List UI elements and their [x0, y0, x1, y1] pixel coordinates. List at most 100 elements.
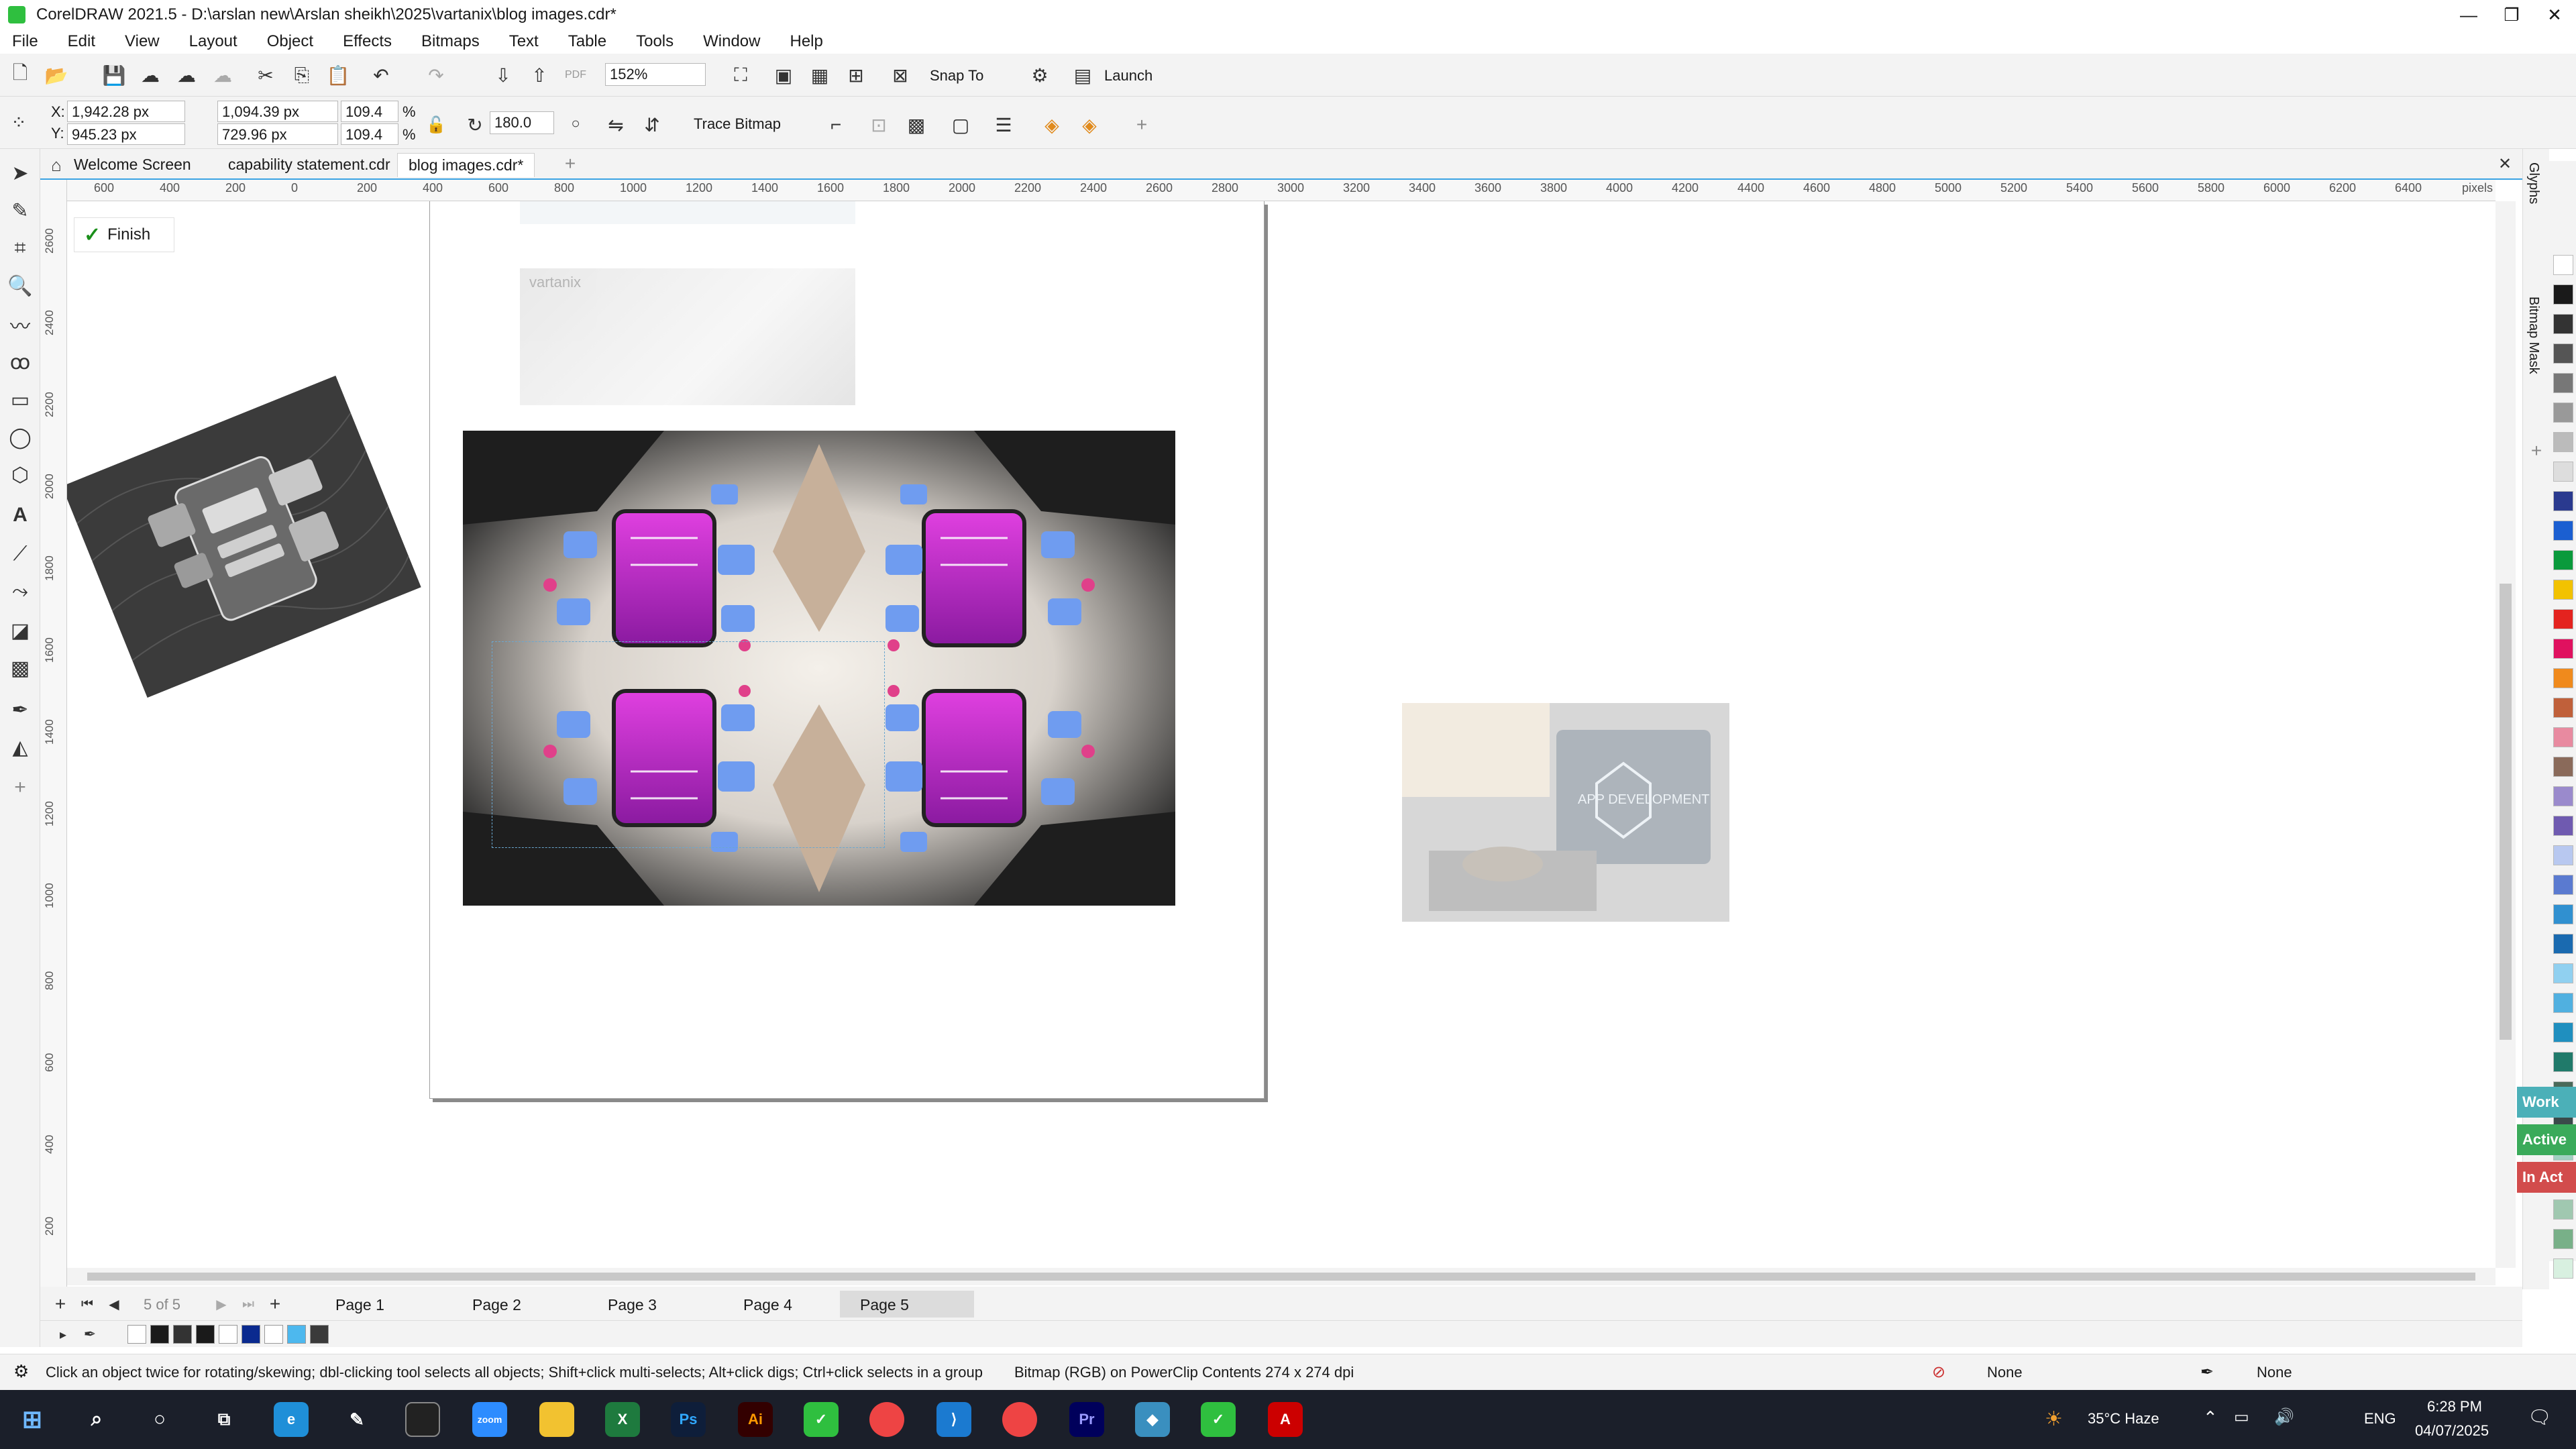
- rotated-app-image[interactable]: [67, 375, 421, 698]
- app-diamond-icon[interactable]: ◆: [1135, 1402, 1170, 1437]
- add-docker-icon[interactable]: +: [2523, 437, 2550, 464]
- menu-tools[interactable]: Tools: [636, 32, 674, 51]
- palette-swatch[interactable]: [2553, 402, 2573, 423]
- palette-swatch[interactable]: [2553, 1258, 2573, 1279]
- premiere-icon[interactable]: Pr: [1069, 1402, 1104, 1437]
- menu-help[interactable]: Help: [790, 32, 822, 51]
- faded-blog-image[interactable]: vartanix: [520, 268, 855, 405]
- mirror-vertical-icon[interactable]: ⇵: [639, 111, 665, 138]
- palette-swatch[interactable]: [2553, 343, 2573, 364]
- palette-expand-icon[interactable]: ▸: [50, 1321, 76, 1348]
- zoom-to-page-icon[interactable]: ⛶: [727, 62, 754, 89]
- ellipse-tool-icon[interactable]: ◯: [5, 423, 35, 452]
- object-origin-icon[interactable]: ⁘: [5, 109, 32, 136]
- acrobat-icon[interactable]: A: [1268, 1402, 1303, 1437]
- page-tab-2[interactable]: Page 2: [452, 1291, 541, 1318]
- page-tab-3[interactable]: Page 3: [588, 1291, 677, 1318]
- notifications-icon[interactable]: 🗨: [2528, 1406, 2552, 1428]
- coreldraw-active-icon[interactable]: ✓: [1201, 1402, 1236, 1437]
- rotation-angle-field[interactable]: 180.0: [490, 111, 554, 134]
- drop-shadow-icon[interactable]: ◪: [5, 616, 35, 645]
- save-icon[interactable]: 💾: [101, 62, 127, 89]
- excel-icon[interactable]: X: [605, 1402, 640, 1437]
- parallel-dimension-icon[interactable]: ⟋: [5, 539, 35, 569]
- vscode-icon[interactable]: ⟩: [936, 1402, 971, 1437]
- vertical-scroll-thumb[interactable]: [2500, 584, 2512, 1040]
- document-palette-swatch[interactable]: [196, 1325, 215, 1344]
- page-tab-5[interactable]: Page 5: [840, 1291, 974, 1318]
- close-window-button[interactable]: ✕: [2533, 0, 2576, 30]
- polygon-tool-icon[interactable]: ⬡: [5, 460, 35, 490]
- menu-effects[interactable]: Effects: [343, 32, 392, 51]
- undo-icon[interactable]: ↶: [368, 62, 394, 89]
- palette-swatch[interactable]: [2553, 521, 2573, 541]
- y-position-field[interactable]: 945.23 px: [67, 123, 185, 145]
- fill-swatch-icon[interactable]: ⊘: [1932, 1362, 1945, 1382]
- copy-icon[interactable]: ⎘: [288, 62, 315, 89]
- menu-window[interactable]: Window: [703, 32, 760, 51]
- palette-swatch[interactable]: [2553, 314, 2573, 334]
- palette-swatch[interactable]: [2553, 963, 2573, 983]
- to-front-icon[interactable]: ◈: [1038, 111, 1065, 138]
- outline-pen-icon[interactable]: ✒: [2200, 1362, 2214, 1382]
- menu-object[interactable]: Object: [267, 32, 313, 51]
- palette-swatch[interactable]: [2553, 1199, 2573, 1220]
- document-palette-swatch[interactable]: [150, 1325, 169, 1344]
- page-tab-4[interactable]: Page 4: [723, 1291, 812, 1318]
- document-palette-swatch[interactable]: [241, 1325, 260, 1344]
- status-chip-work[interactable]: Work: [2517, 1087, 2576, 1118]
- horizontal-scroll-thumb[interactable]: [87, 1273, 2475, 1281]
- paste-icon[interactable]: 📋: [325, 62, 352, 89]
- rectangle-tool-icon[interactable]: ▭: [5, 385, 35, 415]
- palette-swatch[interactable]: [2553, 816, 2573, 836]
- pdf-icon[interactable]: PDF: [562, 62, 589, 89]
- status-chip-inactive[interactable]: In Act: [2517, 1162, 2576, 1193]
- cortana-icon[interactable]: ○: [142, 1402, 177, 1437]
- height-field[interactable]: 729.96 px: [217, 123, 338, 145]
- network-icon[interactable]: ▭: [2234, 1407, 2249, 1427]
- faded-image-strip[interactable]: [520, 201, 855, 224]
- lock-ratio-icon[interactable]: 🔓: [423, 111, 449, 138]
- clock-time[interactable]: 6:28 PM: [2427, 1398, 2482, 1415]
- menu-table[interactable]: Table: [568, 32, 606, 51]
- tab-welcome-screen[interactable]: Welcome Screen: [63, 153, 202, 177]
- mirror-horizontal-icon[interactable]: ⇋: [602, 111, 629, 138]
- palette-swatch[interactable]: [2553, 639, 2573, 659]
- document-palette-swatch[interactable]: [219, 1325, 237, 1344]
- photoshop-icon[interactable]: Ps: [671, 1402, 706, 1437]
- horizontal-scrollbar[interactable]: [67, 1268, 2496, 1285]
- chrome-profile-icon[interactable]: [1002, 1402, 1037, 1437]
- resample-icon[interactable]: ⊡: [865, 111, 892, 138]
- document-palette-swatch[interactable]: [127, 1325, 146, 1344]
- new-tab-icon[interactable]: +: [557, 150, 584, 177]
- palette-swatch[interactable]: [2553, 993, 2573, 1013]
- rotate-icon[interactable]: ↻: [462, 111, 488, 138]
- tab-blog-images[interactable]: blog images.cdr*: [397, 153, 535, 177]
- menu-layout[interactable]: Layout: [189, 32, 237, 51]
- last-page-icon[interactable]: ⏭: [235, 1291, 262, 1318]
- palette-swatch[interactable]: [2553, 727, 2573, 747]
- menu-bitmaps[interactable]: Bitmaps: [421, 32, 480, 51]
- launch-icon[interactable]: ▤: [1069, 62, 1096, 89]
- text-tool-icon[interactable]: A: [5, 500, 35, 530]
- alignment-guides-icon[interactable]: ⊠: [887, 62, 914, 89]
- terminal-icon[interactable]: [405, 1402, 440, 1437]
- faded-laptop-image[interactable]: APP DEVELOPMENT: [1402, 703, 1729, 922]
- cloud-download-icon[interactable]: ☁: [137, 62, 164, 89]
- vertical-scrollbar[interactable]: [2496, 201, 2516, 1268]
- zoom-tool-icon[interactable]: 🔍: [5, 271, 35, 301]
- palette-swatch[interactable]: [2553, 698, 2573, 718]
- x-position-field[interactable]: 1,942.28 px: [67, 101, 185, 122]
- palette-swatch[interactable]: [2553, 462, 2573, 482]
- zoom-app-icon[interactable]: zoom: [472, 1402, 507, 1437]
- palette-swatch[interactable]: [2553, 934, 2573, 954]
- palette-swatch[interactable]: [2553, 904, 2573, 924]
- width-field[interactable]: 1,094.39 px: [217, 101, 338, 122]
- add-icon[interactable]: +: [1128, 111, 1155, 138]
- finish-powerclip-button[interactable]: ✓ Finish: [74, 217, 174, 252]
- pick-tool-icon[interactable]: ➤: [5, 158, 35, 188]
- document-palette-swatch[interactable]: [264, 1325, 283, 1344]
- palette-swatch[interactable]: [2553, 757, 2573, 777]
- chrome-icon[interactable]: [869, 1402, 904, 1437]
- illustrator-icon[interactable]: Ai: [738, 1402, 773, 1437]
